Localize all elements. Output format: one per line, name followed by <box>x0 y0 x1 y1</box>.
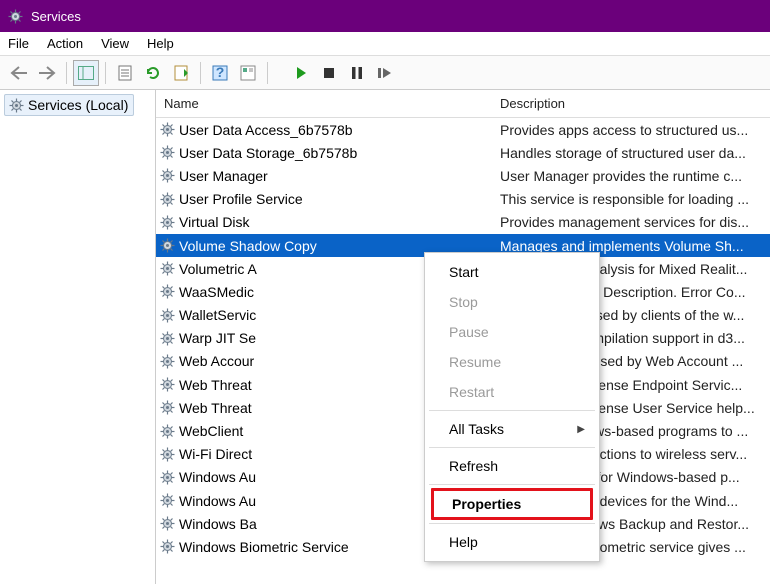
service-name: User Data Access_6b7578b <box>179 122 353 138</box>
service-name: Web Threat <box>179 377 252 393</box>
service-description: Provides apps access to structured us... <box>496 122 770 138</box>
menu-view[interactable]: View <box>101 36 129 51</box>
column-headers: Name Description <box>156 90 770 118</box>
gear-icon <box>160 539 175 554</box>
service-name: User Manager <box>179 168 268 184</box>
submenu-arrow-icon: ▶ <box>577 424 585 435</box>
service-row[interactable]: User Data Storage_6b7578b Handles storage… <box>156 141 770 164</box>
separator <box>267 62 268 84</box>
gear-icon <box>160 331 175 346</box>
gear-icon <box>160 215 175 230</box>
menu-file[interactable]: File <box>8 36 29 51</box>
title-bar: Services <box>0 0 770 32</box>
nav-forward-button[interactable] <box>34 60 60 86</box>
menu-bar: File Action View Help <box>0 32 770 56</box>
gear-icon <box>160 145 175 160</box>
menu-item-restart: Restart <box>425 377 599 407</box>
service-name: Wi-Fi Direct <box>179 446 265 462</box>
gear-icon <box>160 516 175 531</box>
gear-icon <box>160 377 175 392</box>
service-name: Windows Au <box>179 493 256 509</box>
gear-icon <box>160 284 175 299</box>
column-header-description[interactable]: Description <box>496 96 770 111</box>
context-menu: Start Stop Pause Resume Restart All Task… <box>424 252 600 562</box>
gear-icon <box>9 98 24 113</box>
service-row[interactable]: User Data Access_6b7578b Provides apps ac… <box>156 118 770 141</box>
gear-icon <box>160 122 175 137</box>
menu-item-help[interactable]: Help <box>425 527 599 557</box>
separator <box>429 447 595 448</box>
service-name: Windows Au <box>179 469 256 485</box>
separator <box>66 62 67 84</box>
toolbar: ? <box>0 56 770 90</box>
service-name: Web Accour <box>179 353 254 369</box>
service-name: WaaSMedic <box>179 284 254 300</box>
gear-icon <box>160 470 175 485</box>
tree-pane: Services (Local) <box>0 90 156 584</box>
separator <box>200 62 201 84</box>
service-name: User Data Storage_6b7578b <box>179 145 357 161</box>
column-header-name[interactable]: Name <box>156 96 496 111</box>
service-name: WalletServic <box>179 307 256 323</box>
help-button[interactable]: ? <box>207 60 233 86</box>
gear-icon <box>160 192 175 207</box>
menu-help[interactable]: Help <box>147 36 174 51</box>
pause-service-button[interactable] <box>344 60 370 86</box>
gear-icon <box>160 400 175 415</box>
service-name: Volumetric A <box>179 261 257 277</box>
tree-node-services-local[interactable]: Services (Local) <box>4 94 134 116</box>
separator <box>429 523 595 524</box>
gear-icon <box>160 424 175 439</box>
refresh-button[interactable] <box>140 60 166 86</box>
gear-icon <box>160 447 175 462</box>
menu-item-stop: Stop <box>425 287 599 317</box>
service-name: Warp JIT Se <box>179 330 256 346</box>
start-service-button[interactable] <box>288 60 314 86</box>
stop-service-button[interactable] <box>316 60 342 86</box>
menu-item-start[interactable]: Start <box>425 257 599 287</box>
service-description: User Manager provides the runtime c... <box>496 168 770 184</box>
service-name: User Profile Service <box>179 191 303 207</box>
window-title: Services <box>31 9 81 24</box>
list-pane: Name Description User Data Access_6b7578… <box>156 90 770 584</box>
nav-back-button[interactable] <box>6 60 32 86</box>
svg-text:?: ? <box>216 65 225 80</box>
menu-item-pause: Pause <box>425 317 599 347</box>
service-name: Web Threat <box>179 400 267 416</box>
service-name: WebClient <box>179 423 243 439</box>
separator <box>105 62 106 84</box>
export-button[interactable] <box>168 60 194 86</box>
service-row[interactable]: User Manager User Manager provides the ru… <box>156 164 770 187</box>
gear-icon <box>160 493 175 508</box>
separator <box>429 410 595 411</box>
service-row[interactable]: Virtual Disk Provides management services… <box>156 211 770 234</box>
restart-service-button[interactable] <box>372 60 398 86</box>
menu-item-refresh[interactable]: Refresh <box>425 451 599 481</box>
app-icon <box>8 9 23 24</box>
menu-item-resume: Resume <box>425 347 599 377</box>
service-name: Volume Shadow Copy <box>179 238 317 254</box>
service-name: Windows Biometric Service <box>179 539 349 555</box>
menu-action[interactable]: Action <box>47 36 83 51</box>
gear-icon <box>160 238 175 253</box>
gear-icon <box>160 354 175 369</box>
separator <box>429 484 595 485</box>
service-name: Virtual Disk <box>179 214 250 230</box>
menu-item-all-tasks[interactable]: All Tasks▶ <box>425 414 599 444</box>
service-row[interactable]: User Profile Service This service is resp… <box>156 188 770 211</box>
tree-node-label: Services (Local) <box>28 97 128 113</box>
gear-icon <box>160 261 175 276</box>
details-button[interactable] <box>235 60 261 86</box>
service-description: Provides management services for dis... <box>496 214 770 230</box>
gear-icon <box>160 308 175 323</box>
service-description: This service is responsible for loading … <box>496 191 770 207</box>
gear-icon <box>160 168 175 183</box>
service-name: Windows Ba <box>179 516 257 532</box>
service-description: Handles storage of structured user da... <box>496 145 770 161</box>
properties-button[interactable] <box>112 60 138 86</box>
show-hide-tree-button[interactable] <box>73 60 99 86</box>
menu-item-properties[interactable]: Properties <box>431 488 593 520</box>
